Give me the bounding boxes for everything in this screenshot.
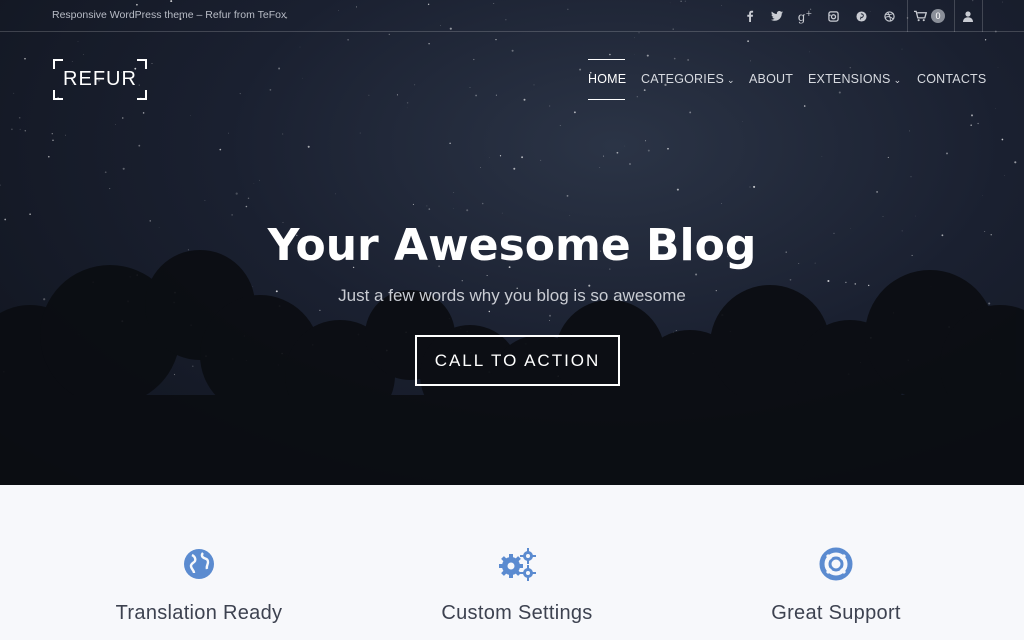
chevron-down-icon: ⌄ bbox=[893, 75, 902, 85]
call-to-action-button[interactable]: CALL TO ACTION bbox=[415, 335, 620, 386]
nav-home-active-top-line bbox=[588, 59, 625, 60]
twitter-icon[interactable] bbox=[764, 0, 790, 32]
site-tagline: Responsive WordPress theme – Refur from … bbox=[52, 9, 287, 21]
dribbble-icon[interactable] bbox=[876, 0, 902, 32]
globe-icon bbox=[184, 549, 214, 579]
hero-subtitle: Just a few words why you blog is so awes… bbox=[338, 286, 686, 305]
nav-home[interactable]: HOME bbox=[588, 72, 626, 86]
hero-section: Responsive WordPress theme – Refur from … bbox=[0, 0, 1024, 485]
site-logo[interactable]: REFUR bbox=[53, 59, 147, 100]
nav-home-active-bottom-line bbox=[588, 99, 625, 100]
feature-title: Great Support bbox=[771, 602, 901, 624]
nav-about[interactable]: ABOUT bbox=[749, 72, 793, 86]
chevron-down-icon: ⌄ bbox=[727, 75, 735, 85]
logo-text: REFUR bbox=[63, 68, 137, 90]
gears-icon bbox=[499, 548, 536, 581]
feature-title: Translation Ready bbox=[115, 602, 283, 624]
topbar-divider bbox=[954, 0, 955, 32]
hero-title: Your Awesome Blog bbox=[267, 220, 757, 271]
instagram-icon[interactable] bbox=[820, 0, 846, 32]
nav-extensions[interactable]: EXTENSIONS ⌄ bbox=[808, 72, 901, 86]
topbar-divider bbox=[907, 0, 908, 32]
cart-icon bbox=[914, 10, 927, 22]
nav-contacts[interactable]: CONTACTS bbox=[917, 72, 986, 86]
life-ring-icon bbox=[819, 547, 853, 581]
feature-custom-settings: Custom Settings bbox=[367, 540, 667, 625]
top-bar: Responsive WordPress theme – Refur from … bbox=[0, 0, 1024, 32]
nav-extensions-label: EXTENSIONS bbox=[808, 72, 891, 86]
feature-translation-ready: Translation Ready bbox=[49, 540, 349, 625]
pinterest-icon[interactable] bbox=[848, 0, 874, 32]
facebook-icon[interactable] bbox=[737, 0, 763, 32]
user-account-icon[interactable] bbox=[956, 0, 980, 32]
nav-categories-label: CATEGORIES bbox=[641, 72, 725, 86]
topbar-divider bbox=[982, 0, 983, 32]
cart-count-badge: 0 bbox=[931, 9, 945, 23]
feature-title: Custom Settings bbox=[441, 602, 593, 624]
google-plus-icon[interactable]: g+ bbox=[792, 0, 818, 32]
cart-button[interactable]: 0 bbox=[914, 0, 945, 32]
feature-great-support: Great Support bbox=[686, 540, 986, 625]
nav-categories[interactable]: CATEGORIES ⌄ bbox=[641, 72, 735, 86]
